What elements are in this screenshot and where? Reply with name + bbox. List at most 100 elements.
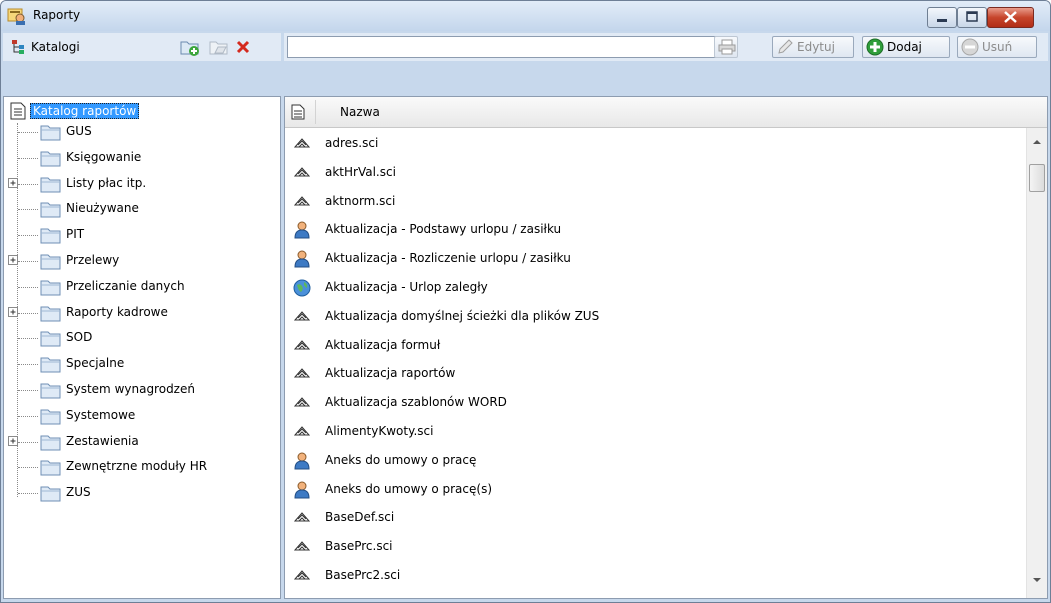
print-button[interactable] [714,36,738,58]
tree-item[interactable]: GUS [4,123,274,141]
tree-item[interactable]: Księgowanie [4,149,274,167]
list-item[interactable]: Aktualizacja formuł [285,332,1025,360]
close-icon [1004,11,1017,23]
list-item[interactable]: Aktualizacja domyślnej ścieżki dla plikó… [285,303,1025,331]
list-item[interactable]: Aneks do umowy o pracę(s) [285,476,1025,504]
list-item[interactable]: Aneks do umowy o pracę [285,447,1025,475]
tree-item[interactable]: SOD [4,329,274,347]
list-item[interactable]: AlimentyKwoty.sci [285,418,1025,446]
tree-item-label: Raporty kadrowe [66,304,168,319]
list-item[interactable]: Aktualizacja - Podstawy urlopu / zasiłku [285,216,1025,244]
tree-guide-line [18,364,38,366]
list-item-name: BasePrc.sci [325,539,393,554]
edit-button[interactable]: Edytuj [772,36,854,58]
expand-icon[interactable] [8,435,19,447]
folder-icon [40,331,61,347]
tree-item[interactable]: Systemowe [4,407,274,425]
tree-guide-line [18,286,38,288]
list-item[interactable]: Aktualizacja szablonów WORD [285,389,1025,417]
scroll-up-icon[interactable] [1031,138,1043,146]
list-item[interactable]: aktnorm.sci [285,188,1025,216]
close-button[interactable] [987,7,1034,28]
list-item-name: Aktualizacja - Urlop zaległy [325,280,488,294]
delete-button-label: Usuń [982,40,1013,54]
tree-item[interactable]: Przelewy [4,252,274,270]
list-item[interactable]: Aktualizacja raportów [285,360,1025,388]
expand-icon[interactable] [8,177,19,189]
tree-item[interactable]: System wynagrodzeń [4,381,274,399]
scroll-thumb[interactable] [1029,164,1045,192]
tree-item-label: Nieużywane [66,201,139,216]
catalog-toolbar: Katalogi [3,33,281,61]
folder-icon [40,460,61,476]
search-input[interactable] [287,36,717,58]
minus-circle-icon [961,38,979,56]
vertical-scrollbar[interactable] [1026,128,1047,598]
tree-item-label: Księgowanie [66,149,142,164]
tree-item-label: PIT [66,227,85,242]
maximize-button[interactable] [957,7,987,28]
tree-root[interactable]: Katalog raportów [10,101,140,121]
person-icon [294,481,310,499]
list-item[interactable]: BasePrc2.sci [285,562,1025,590]
expand-icon[interactable] [8,306,19,318]
add-folder-icon[interactable] [179,37,201,60]
folder-icon [40,280,61,296]
tree-guide-line [18,183,38,185]
tree-item[interactable]: Listy płac itp. [4,175,274,193]
tree-item-label: Przeliczanie danych [66,278,185,293]
tree-item[interactable]: PIT [4,226,274,244]
column-header-name[interactable]: Nazwa [340,105,380,119]
list-item[interactable]: aktHrVal.sci [285,159,1025,187]
person-icon [294,452,310,470]
list-item[interactable]: Aktualizacja - Rozliczenie urlopu / zasi… [285,245,1025,273]
list-item[interactable]: adres.sci [285,130,1025,158]
document-column-icon [291,104,305,123]
script-icon [293,339,311,350]
list-item[interactable]: Aktualizacja - Urlop zaległy [285,274,1025,302]
folder-disabled-icon[interactable] [208,37,230,60]
tree-item[interactable]: Specjalne [4,355,274,373]
script-icon [293,195,311,206]
tree-item[interactable]: Nieużywane [4,200,274,218]
script-icon [293,397,311,407]
person-icon [294,221,310,239]
tree-item[interactable]: Zestawienia [4,433,274,451]
title-bar[interactable]: Raporty [1,1,1050,31]
list-item[interactable]: BaseDef.sci [285,504,1025,532]
edit-button-label: Edytuj [797,40,835,54]
tree-root-label: Katalog raportów [30,103,140,119]
tree-item-label: Zestawienia [66,433,139,448]
tree-item-label: Specjalne [66,356,125,371]
tree-icon [11,39,27,58]
list-item-name: Aneks do umowy o pracę(s) [325,481,493,496]
catalog-tree[interactable]: Katalog raportów GUS Księgowanie Listy pła… [3,96,281,599]
tree-item[interactable]: Przeliczanie danych [4,278,274,296]
minimize-button[interactable] [927,7,957,28]
tree-guide-line [18,312,38,314]
reports-list[interactable]: Nazwa adres.sci aktHrVal.sci aktnorm.sci Ak… [284,96,1048,599]
folder-icon [40,202,61,218]
scroll-down-icon[interactable] [1031,576,1043,584]
folder-icon [40,306,61,322]
list-item-name: Aktualizacja formuł [325,337,441,352]
list-item-name: aktHrVal.sci [325,164,396,179]
tree-guide-line [18,209,38,211]
add-button-label: Dodaj [887,40,922,54]
delete-icon[interactable] [234,38,252,59]
script-icon [293,426,311,436]
raporty-window: Raporty Katalogi Edytuj Dodaj Usuń Katal… [0,0,1051,603]
expand-icon[interactable] [8,255,19,266]
tree-item[interactable]: Raporty kadrowe [4,304,274,322]
tree-item[interactable]: ZUS [4,484,274,502]
list-item-name: Aktualizacja szablonów WORD [325,395,507,410]
tree-item[interactable]: Zewnętrzne moduły HR [4,458,274,476]
delete-button[interactable]: Usuń [957,36,1037,58]
add-button[interactable]: Dodaj [862,36,950,58]
list-item[interactable]: BasePrc.sci [285,533,1025,561]
folder-icon [40,409,61,425]
person-icon [294,250,310,268]
list-header: Nazwa [285,97,1047,128]
script-icon [293,167,311,177]
tree-guide-line [18,390,38,391]
